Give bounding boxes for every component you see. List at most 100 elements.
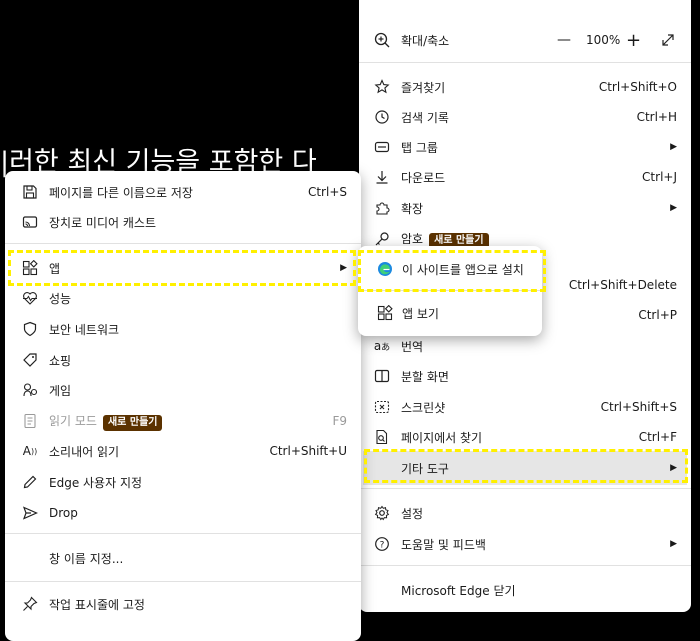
shortcut-text: Ctrl+J xyxy=(642,170,677,184)
shortcut-text: Ctrl+Shift+S xyxy=(600,400,677,414)
menu-item-find-on-page[interactable]: 페이지에서 찾기 Ctrl+F xyxy=(359,422,691,452)
tag-icon xyxy=(21,351,39,369)
highlight-apps-item xyxy=(8,250,356,286)
menu-item-shopping[interactable]: 쇼핑 xyxy=(5,345,361,375)
extensions-puzzle-icon xyxy=(373,199,391,217)
svg-text:?: ? xyxy=(380,540,385,550)
zoom-label: 확대/축소 xyxy=(401,33,450,48)
shortcut-text: F9 xyxy=(332,414,347,428)
menu-item-extensions[interactable]: 확장 ▶ xyxy=(359,193,691,223)
menu-item-label: 검색 기록 xyxy=(401,110,449,125)
apps-grid-icon xyxy=(376,304,394,322)
menu-item-reading-mode[interactable]: 읽기 모드 새로 만들기 F9 xyxy=(5,406,361,436)
menu-item-screenshot[interactable]: 스크린샷 Ctrl+Shift+S xyxy=(359,392,691,422)
shortcut-text: Ctrl+Shift+Delete xyxy=(568,278,677,292)
chevron-right-icon: ▶ xyxy=(670,142,677,152)
menu-item-label: 읽기 모드 새로 만들기 xyxy=(49,412,163,431)
new-badge: 새로 만들기 xyxy=(102,414,163,431)
menu-item-label: 탭 그룹 xyxy=(401,140,438,155)
zoom-in-button[interactable]: + xyxy=(626,30,641,51)
menu-item-label: 번역 xyxy=(401,339,424,354)
send-icon xyxy=(21,504,39,522)
menu-item-label: Drop xyxy=(49,506,78,520)
games-icon xyxy=(21,381,39,399)
divider xyxy=(359,62,691,63)
chevron-right-icon: ▶ xyxy=(670,203,677,213)
menu-item-customize-edge[interactable]: Edge 사용자 지정 xyxy=(5,467,361,497)
menu-item-label: Microsoft Edge 닫기 xyxy=(401,583,516,598)
find-page-icon xyxy=(373,428,391,446)
menu-item-label: 성능 xyxy=(49,291,72,306)
divider xyxy=(5,533,361,534)
menu-item-close-edge[interactable]: Microsoft Edge 닫기 xyxy=(359,575,691,605)
menu-item-label: 분할 화면 xyxy=(401,369,449,384)
shortcut-text: Ctrl+P xyxy=(638,308,677,322)
chevron-right-icon: ▶ xyxy=(670,539,677,549)
divider xyxy=(359,488,691,489)
download-icon xyxy=(373,168,391,186)
menu-item-drop[interactable]: Drop xyxy=(5,498,361,528)
menu-item-label: 설정 xyxy=(401,506,424,521)
menu-item-label: 도움말 및 피드백 xyxy=(401,537,486,552)
menu-item-downloads[interactable]: 다운로드 Ctrl+J xyxy=(359,162,691,192)
highlight-install-app-item xyxy=(358,250,546,292)
translate-icon: aあ xyxy=(373,339,391,353)
menu-item-split-screen[interactable]: 분할 화면 xyxy=(359,361,691,391)
read-aloud-icon: A)) xyxy=(22,444,38,458)
favorites-star-icon xyxy=(373,78,391,96)
more-tools-submenu: 페이지를 다른 이름으로 저장 Ctrl+S 장치로 미디어 캐스트 앱 ▶ 성… xyxy=(5,171,361,641)
menu-item-view-apps[interactable]: 앱 보기 xyxy=(358,298,542,328)
shortcut-text: Ctrl+H xyxy=(636,110,677,124)
save-icon xyxy=(21,183,39,201)
history-icon xyxy=(373,108,391,126)
passwords-label: 암호 xyxy=(401,231,424,246)
menu-item-label: Edge 사용자 지정 xyxy=(49,475,143,490)
menu-item-label: 창 이름 지정... xyxy=(49,551,124,566)
help-icon: ? xyxy=(373,535,391,553)
shortcut-text: Ctrl+S xyxy=(307,185,347,199)
menu-item-label: 다운로드 xyxy=(401,170,446,185)
screenshot-icon xyxy=(373,398,391,416)
menu-item-settings[interactable]: 설정 xyxy=(359,498,691,528)
menu-item-label: 즐겨찾기 xyxy=(401,80,446,95)
zoom-value: 100% xyxy=(586,33,621,47)
menu-item-games[interactable]: 게임 xyxy=(5,375,361,405)
zoom-row: 확대/축소 — 100% + xyxy=(359,25,691,55)
menu-item-label: 확장 xyxy=(401,201,424,216)
reading-mode-label: 읽기 모드 xyxy=(49,413,97,428)
divider xyxy=(359,565,691,566)
menu-item-label: 소리내어 읽기 xyxy=(49,444,120,459)
menu-item-history[interactable]: 검색 기록 Ctrl+H xyxy=(359,102,691,132)
divider xyxy=(5,581,361,582)
menu-item-read-aloud[interactable]: A)) 소리내어 읽기 Ctrl+Shift+U xyxy=(5,436,361,466)
menu-item-secure-network[interactable]: 보안 네트워크 xyxy=(5,314,361,344)
menu-item-name-window[interactable]: 창 이름 지정... xyxy=(5,543,361,573)
split-screen-icon xyxy=(373,367,391,385)
tab-groups-icon xyxy=(373,138,391,156)
menu-item-label: 스크린샷 xyxy=(401,400,446,415)
pin-icon xyxy=(21,595,39,613)
shortcut-text: Ctrl+Shift+U xyxy=(269,444,347,458)
menu-item-label: 페이지를 다른 이름으로 저장 xyxy=(49,185,193,200)
menu-item-label: 장치로 미디어 캐스트 xyxy=(49,215,156,230)
reading-mode-icon xyxy=(21,412,39,430)
menu-item-performance[interactable]: 성능 xyxy=(5,283,361,313)
gear-icon xyxy=(373,504,391,522)
shield-icon xyxy=(21,320,39,338)
zoom-icon xyxy=(373,31,391,49)
menu-item-label: 작업 표시줄에 고정 xyxy=(49,597,145,612)
menu-item-cast-media[interactable]: 장치로 미디어 캐스트 xyxy=(5,207,361,237)
menu-item-label: 페이지에서 찾기 xyxy=(401,430,483,445)
fullscreen-icon[interactable] xyxy=(659,31,677,49)
menu-item-label: 쇼핑 xyxy=(49,353,72,368)
menu-item-pin-taskbar[interactable]: 작업 표시줄에 고정 xyxy=(5,589,361,619)
menu-item-help-feedback[interactable]: ? 도움말 및 피드백 ▶ xyxy=(359,529,691,559)
shortcut-text: Ctrl+F xyxy=(638,430,677,444)
menu-item-tab-groups[interactable]: 탭 그룹 ▶ xyxy=(359,132,691,162)
menu-item-favorites[interactable]: 즐겨찾기 Ctrl+Shift+O xyxy=(359,72,691,102)
zoom-out-button[interactable]: — xyxy=(557,32,571,48)
shortcut-text: Ctrl+Shift+O xyxy=(598,80,677,94)
menu-item-label: 앱 보기 xyxy=(402,306,439,321)
menu-item-save-page-as[interactable]: 페이지를 다른 이름으로 저장 Ctrl+S xyxy=(5,177,361,207)
highlight-more-tools-item xyxy=(364,449,688,483)
